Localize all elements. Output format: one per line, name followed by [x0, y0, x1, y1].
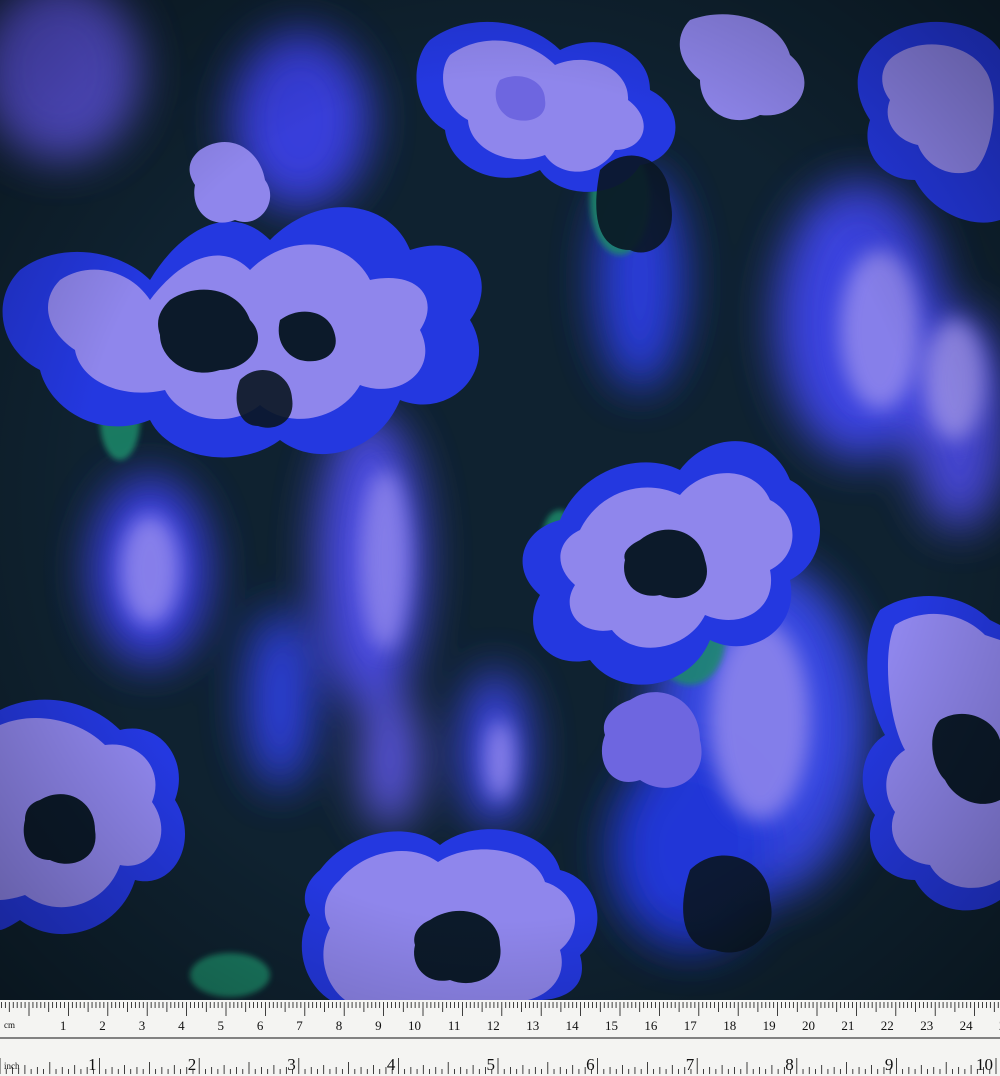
cm-label: 20	[802, 1018, 815, 1033]
inch-label: 2	[188, 1055, 197, 1074]
photo: 1234567891011121314151617181920212223242…	[0, 0, 1000, 1076]
fabric-swatch	[0, 0, 1000, 1000]
inch-label: 5	[487, 1055, 496, 1074]
cm-label: 15	[605, 1018, 618, 1033]
cm-label: 12	[487, 1018, 500, 1033]
cm-label: 11	[448, 1018, 461, 1033]
inch-label: 1	[88, 1055, 97, 1074]
cm-label: 18	[723, 1018, 736, 1033]
inch-unit-label: inch	[4, 1061, 20, 1071]
cm-label: 16	[644, 1018, 658, 1033]
cm-label: 3	[139, 1018, 146, 1033]
inch-label: 8	[785, 1055, 794, 1074]
cm-label: 23	[920, 1018, 933, 1033]
cm-label: 4	[178, 1018, 185, 1033]
inch-label: 3	[287, 1055, 296, 1074]
cm-label: 1	[60, 1018, 67, 1033]
inch-label: 4	[387, 1055, 396, 1074]
inch-label: 6	[586, 1055, 595, 1074]
cm-label: 2	[99, 1018, 106, 1033]
cm-label: 6	[257, 1018, 264, 1033]
inch-label: 7	[686, 1055, 695, 1074]
inch-label: 9	[885, 1055, 894, 1074]
cm-label: 21	[841, 1018, 854, 1033]
cm-label: 8	[336, 1018, 343, 1033]
cm-label: 19	[763, 1018, 776, 1033]
cm-label: 24	[960, 1018, 974, 1033]
inch-label: 10	[976, 1055, 993, 1074]
cm-unit-label: cm	[4, 1020, 15, 1030]
measuring-ruler: 1234567891011121314151617181920212223242…	[0, 1000, 1000, 1076]
cm-label: 14	[566, 1018, 580, 1033]
fabric-vignette	[0, 0, 1000, 1000]
cm-label: 9	[375, 1018, 382, 1033]
cm-label: 17	[684, 1018, 698, 1033]
cm-label: 22	[881, 1018, 894, 1033]
cm-label: 5	[218, 1018, 225, 1033]
cm-label: 10	[408, 1018, 421, 1033]
cm-label: 13	[526, 1018, 539, 1033]
cm-label: 7	[296, 1018, 303, 1033]
